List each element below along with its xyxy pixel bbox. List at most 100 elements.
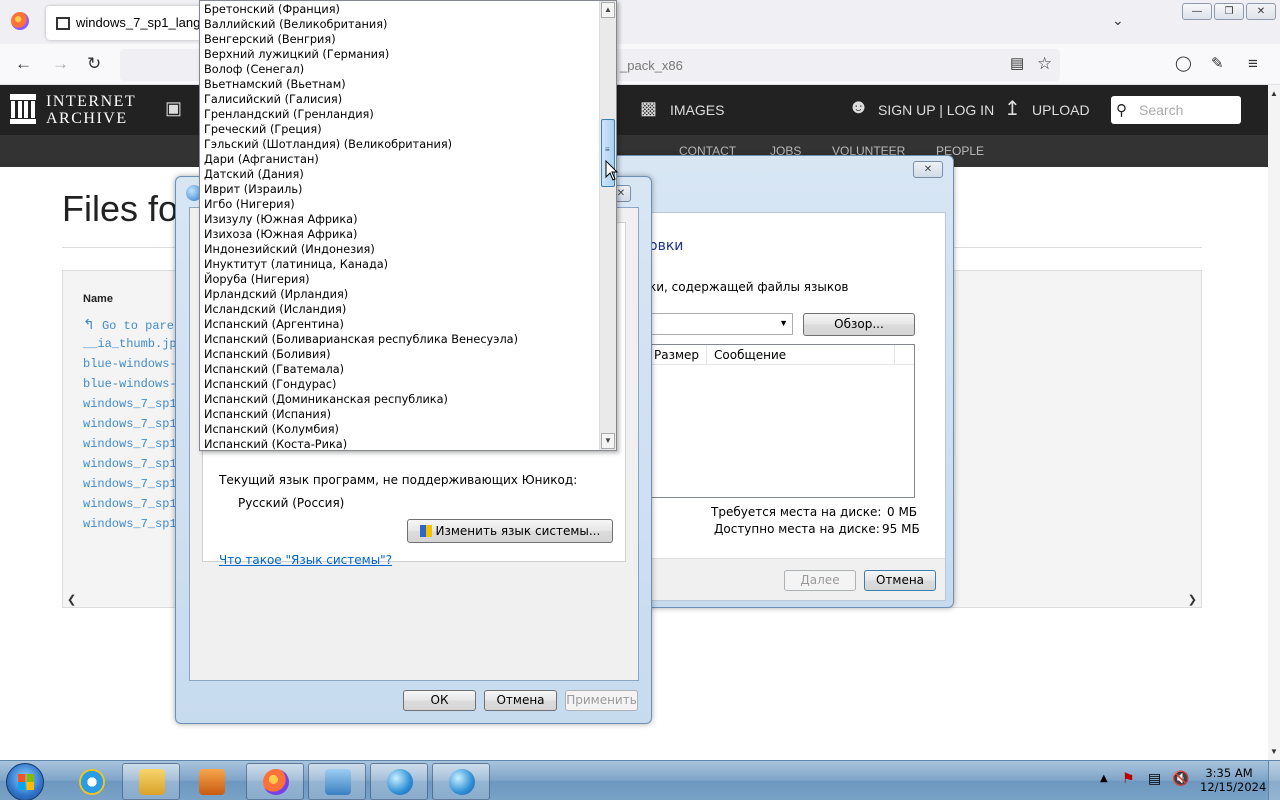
reader-view-icon[interactable]: ▤ — [1010, 54, 1024, 72]
volume-muted-icon[interactable]: 🔇 — [1172, 771, 1189, 787]
ia-search-input[interactable]: ⚲ Search — [1111, 96, 1241, 124]
file-link[interactable]: blue-windows- — [83, 357, 177, 371]
language-option[interactable]: Йоруба (Нигерия) — [204, 272, 310, 287]
language-option[interactable]: Изизулу (Южная Африка) — [204, 212, 358, 227]
language-option[interactable]: Исландский (Исландия) — [204, 302, 346, 317]
language-option[interactable]: Индонезийский (Индонезия) — [204, 242, 375, 257]
upload-icon[interactable]: ↥ — [1004, 96, 1021, 121]
extensions-icon[interactable]: ✎ — [1211, 54, 1224, 72]
files-column-name[interactable]: Name — [83, 293, 113, 305]
ok-button[interactable]: ОК — [403, 690, 476, 711]
file-link[interactable]: windows_7_sp1 — [83, 417, 177, 431]
scroll-up-icon[interactable]: ▲ — [601, 2, 615, 18]
reload-icon[interactable]: ↻ — [87, 54, 101, 74]
browse-button[interactable]: Обзор... — [803, 313, 915, 336]
taskbar-explorer[interactable] — [122, 763, 180, 800]
language-option[interactable]: Испанский (Коста-Рика) — [204, 437, 347, 450]
language-option[interactable]: Дари (Афганистан) — [204, 152, 319, 167]
language-option[interactable]: Испанский (Колумбия) — [204, 422, 339, 437]
language-option[interactable]: Верхний лужицкий (Германия) — [204, 47, 389, 62]
forward-arrow-icon[interactable]: → — [52, 54, 69, 74]
pocket-icon[interactable]: ◯ — [1175, 54, 1192, 72]
taskbar-ie[interactable] — [62, 763, 120, 800]
file-link[interactable]: windows_7_sp1 — [83, 397, 177, 411]
minimize-button[interactable]: — — [1182, 3, 1212, 20]
scroll-left-icon[interactable]: ❮ — [67, 593, 76, 606]
language-option[interactable]: Гренландский (Гренландия) — [204, 107, 374, 122]
language-option[interactable]: Испанский (Боливарианская республика Вен… — [204, 332, 518, 347]
file-link[interactable]: __ia_thumb.jp — [83, 337, 177, 351]
scroll-down-icon[interactable]: ▼ — [601, 433, 615, 449]
language-option[interactable]: Датский (Дания) — [204, 167, 304, 182]
language-option[interactable]: Изихоза (Южная Африка) — [204, 227, 357, 242]
language-option[interactable]: Гэльский (Шотландия) (Великобритания) — [204, 137, 452, 152]
list-all-tabs-icon[interactable]: ⌄ — [1112, 12, 1124, 29]
action-center-flag-icon[interactable]: ⚑ — [1122, 771, 1135, 787]
close-window-button[interactable]: ✕ — [1246, 3, 1276, 20]
network-icon[interactable]: ▤ — [1148, 771, 1161, 787]
apply-button[interactable]: Применить — [565, 690, 638, 711]
cancel-button[interactable]: Отмена — [484, 690, 557, 711]
firefox-view-icon[interactable] — [11, 12, 29, 30]
restore-button[interactable]: ❐ — [1214, 3, 1244, 20]
taskbar-firefox[interactable] — [246, 763, 304, 800]
taskbar-language-pack[interactable] — [432, 763, 490, 800]
language-option[interactable]: Испанский (Гватемала) — [204, 362, 344, 377]
language-option[interactable]: Вьетнамский (Вьетнам) — [204, 77, 346, 92]
language-option[interactable]: Валлийский (Великобритания) — [204, 17, 387, 32]
language-files-list[interactable]: Размер Сообщение — [649, 344, 915, 498]
archive-logo-icon[interactable] — [10, 94, 36, 124]
language-option[interactable]: Игбо (Нигерия) — [204, 197, 295, 212]
language-option[interactable]: Инуктитут (латиница, Канада) — [204, 257, 388, 272]
language-dropdown-list[interactable]: Бретонский (Франция) Валлийский (Великобр… — [199, 0, 617, 451]
hamburger-menu-icon[interactable]: ≡ — [1248, 54, 1258, 74]
nav-upload[interactable]: UPLOAD — [1032, 102, 1090, 118]
show-hidden-icons-icon[interactable]: ▲ — [1100, 773, 1108, 784]
file-link[interactable]: blue-windows- — [83, 377, 177, 391]
bookmark-star-icon[interactable]: ☆ — [1037, 54, 1052, 74]
clock[interactable]: 3:35 AM 12/15/2024 — [1200, 766, 1266, 794]
browser-tab-active[interactable]: windows_7_sp1_langua — [46, 6, 206, 40]
language-option[interactable]: Иврит (Израиль) — [204, 182, 302, 197]
column-message[interactable]: Сообщение — [714, 348, 786, 362]
language-option[interactable]: Испанский (Гондурас) — [204, 377, 336, 392]
back-arrow-icon[interactable]: ← — [15, 54, 32, 74]
language-option[interactable]: Галисийский (Галисия) — [204, 92, 342, 107]
language-option[interactable]: Волоф (Сенегал) — [204, 62, 304, 77]
path-combobox[interactable]: ▼ — [649, 313, 793, 335]
web-icon[interactable]: ▣ — [165, 98, 182, 119]
file-link[interactable]: windows_7_sp1 — [83, 437, 177, 451]
language-option[interactable]: Испанский (Боливия) — [204, 347, 331, 362]
show-desktop-button[interactable] — [1268, 761, 1280, 800]
page-scrollbar[interactable]: ▲ ▼ — [1268, 85, 1280, 760]
cancel-button[interactable]: Отмена — [864, 570, 936, 591]
file-link[interactable]: windows_7_sp1 — [83, 517, 177, 531]
language-option[interactable]: Венгерский (Венгрия) — [204, 32, 336, 47]
images-icon[interactable]: ▩ — [640, 98, 657, 119]
change-system-locale-button[interactable]: Изменить язык системы... — [407, 519, 613, 543]
taskbar-media-player[interactable] — [182, 763, 240, 800]
next-button[interactable]: Далее — [784, 570, 856, 591]
file-link[interactable]: windows_7_sp1 — [83, 457, 177, 471]
taskbar-control-panel[interactable] — [308, 763, 366, 800]
file-link-parent[interactable]: ↰ Go to pare — [83, 317, 174, 334]
language-option[interactable]: Испанский (Аргентина) — [204, 317, 344, 332]
language-option[interactable]: Испанский (Испания) — [204, 407, 331, 422]
taskbar-region[interactable] — [370, 763, 428, 800]
language-option[interactable]: Бретонский (Франция) — [204, 2, 340, 17]
user-icon[interactable]: ☻ — [848, 96, 869, 119]
file-link[interactable]: windows_7_sp1 — [83, 477, 177, 491]
nav-signup-login[interactable]: SIGN UP | LOG IN — [878, 102, 994, 118]
system-locale-help-link[interactable]: Что такое "Язык системы"? — [219, 553, 392, 567]
dropdown-scrollbar[interactable]: ▲ ≡ ▼ — [599, 1, 616, 450]
archive-logo-text[interactable]: INTERNET ARCHIVE — [46, 93, 136, 127]
language-option[interactable]: Испанский (Доминиканская республика) — [204, 392, 448, 407]
close-icon[interactable]: ✕ — [913, 161, 943, 178]
language-option[interactable]: Ирландский (Ирландия) — [204, 287, 348, 302]
scroll-right-icon[interactable]: ❯ — [1188, 593, 1197, 606]
column-size[interactable]: Размер — [654, 348, 699, 362]
nav-images[interactable]: IMAGES — [670, 102, 724, 118]
language-option[interactable]: Греческий (Греция) — [204, 122, 322, 137]
start-button[interactable] — [6, 763, 44, 800]
file-link[interactable]: windows_7_sp1 — [83, 497, 177, 511]
